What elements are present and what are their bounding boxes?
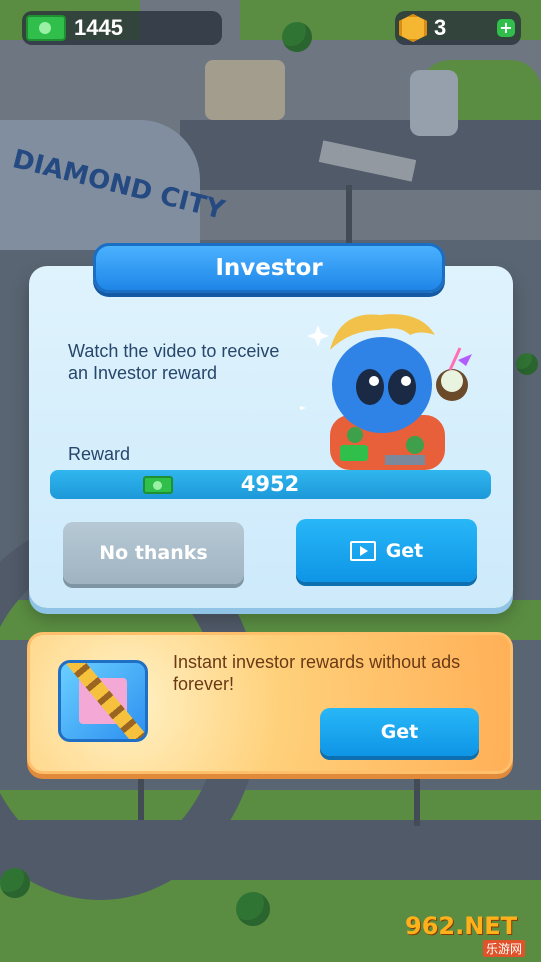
reward-value: 4952 xyxy=(240,472,300,496)
dialog-title: Investor xyxy=(93,243,445,293)
promo-get-label: Get xyxy=(380,721,419,743)
add-gems-button[interactable]: + xyxy=(497,19,515,37)
get-reward-button[interactable]: Get xyxy=(296,519,477,582)
video-icon xyxy=(349,540,376,561)
gem-amount: 3 xyxy=(434,15,447,40)
investor-mascot xyxy=(300,314,472,470)
watermark-main: 962.NET xyxy=(405,912,518,940)
cash-icon xyxy=(143,476,173,494)
dialog-title-text: Investor xyxy=(215,255,323,281)
cash-icon xyxy=(26,15,66,41)
site-watermark: 962.NET 乐游网 xyxy=(405,912,537,957)
cash-amount: 1445 xyxy=(74,15,123,40)
cash-counter: 1445 xyxy=(22,11,222,45)
promo-get-button[interactable]: Get xyxy=(320,708,479,756)
get-reward-label: Get xyxy=(385,539,424,562)
no-thanks-label: No thanks xyxy=(99,542,208,564)
dialog-description: Watch the video to receive an Investor r… xyxy=(68,341,280,383)
coin-icon xyxy=(399,14,427,42)
no-thanks-button[interactable]: No thanks xyxy=(63,522,244,584)
no-ads-icon xyxy=(58,660,148,742)
gem-counter: 3 + xyxy=(395,11,521,45)
watermark-sub: 乐游网 xyxy=(483,940,526,957)
promo-text: Instant investor rewards without ads for… xyxy=(173,652,461,694)
reward-label: Reward xyxy=(68,444,131,464)
